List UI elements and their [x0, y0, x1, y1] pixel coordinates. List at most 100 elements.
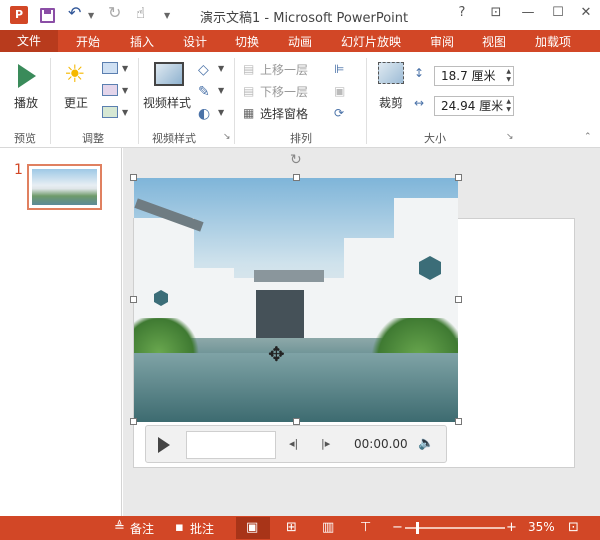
reading-view-icon[interactable]: ▥	[322, 520, 334, 535]
poster-frame-icon[interactable]	[102, 84, 118, 96]
video-frame[interactable]	[134, 178, 458, 422]
status-bar: ≜ 备注 ▪ 批注 ▣ ⊞ ▥ ⊤ − + 35% ⊡	[0, 516, 600, 540]
close-button[interactable]: ✕	[576, 5, 596, 20]
video-styles-button-label[interactable]: 视频样式	[143, 94, 191, 111]
tab-review[interactable]: 审阅	[430, 33, 454, 50]
slide-thumbnail[interactable]	[27, 164, 102, 210]
help-button[interactable]: ?	[452, 5, 472, 20]
separator	[234, 58, 235, 144]
width-value: 24.94 厘米	[441, 99, 504, 113]
tab-addins[interactable]: 加载项	[535, 33, 571, 50]
play-button-label[interactable]: 播放	[14, 94, 38, 111]
redo-icon[interactable]: ↻	[108, 3, 121, 22]
play-icon[interactable]	[158, 437, 170, 453]
chevron-down-icon[interactable]: ▼	[218, 86, 224, 95]
save-icon[interactable]	[40, 8, 55, 23]
rotate-icon[interactable]: ⟳	[334, 106, 344, 120]
resize-handle[interactable]	[455, 296, 462, 303]
height-input[interactable]: 18.7 厘米 ▲ ▼	[434, 66, 514, 86]
send-backward-icon: ▤	[243, 84, 255, 98]
tab-home[interactable]: 开始	[76, 33, 100, 50]
zoom-level[interactable]: 35%	[528, 520, 555, 534]
resize-handle[interactable]	[293, 174, 300, 181]
dialog-launcher-icon[interactable]: ↘	[506, 132, 514, 142]
group-label-arrange: 排列	[290, 132, 312, 145]
separator	[50, 58, 51, 144]
group-label-preview: 预览	[14, 132, 36, 145]
comments-icon[interactable]: ▪	[175, 520, 184, 535]
zoom-in-icon[interactable]: +	[506, 520, 517, 535]
chevron-down-icon[interactable]: ▼	[122, 108, 128, 117]
maximize-button[interactable]: ☐	[548, 5, 568, 20]
notes-icon[interactable]: ≜	[114, 520, 125, 535]
normal-view-icon[interactable]: ▣	[246, 520, 258, 535]
powerpoint-logo-icon[interactable]: P	[10, 6, 28, 24]
volume-icon[interactable]: 🔈	[418, 436, 434, 451]
tab-design[interactable]: 设计	[183, 33, 207, 50]
chevron-down-icon[interactable]: ▼	[122, 64, 128, 73]
play-icon[interactable]	[18, 64, 36, 88]
chevron-down-icon[interactable]: ▼	[218, 108, 224, 117]
resize-handle[interactable]	[293, 418, 300, 425]
selection-pane-button[interactable]: 选择窗格	[260, 105, 308, 122]
move-cursor-icon: ✥	[268, 342, 285, 366]
height-spinner-icon[interactable]: ▲ ▼	[506, 68, 511, 84]
resize-handle[interactable]	[130, 418, 137, 425]
video-timecode: 00:00.00	[354, 437, 408, 451]
ribbon-display-button[interactable]: ⊡	[486, 5, 506, 20]
bring-forward-button: 上移一层	[260, 63, 309, 77]
zoom-slider-thumb[interactable]	[416, 522, 419, 534]
resize-handle[interactable]	[130, 174, 137, 181]
send-backward-button: 下移一层	[260, 85, 309, 99]
zoom-out-icon[interactable]: −	[392, 520, 403, 535]
tab-view[interactable]: 视图	[482, 33, 506, 50]
slide-number: 1	[14, 162, 23, 178]
align-icon[interactable]: ⊫	[334, 62, 344, 76]
selection-pane-icon[interactable]: ▦	[243, 106, 254, 120]
height-value: 18.7 厘米	[441, 69, 496, 83]
tab-slideshow[interactable]: 幻灯片放映	[341, 33, 401, 50]
width-input[interactable]: 24.94 厘米 ▲ ▼	[434, 96, 514, 116]
separator	[366, 58, 367, 144]
fit-slide-icon[interactable]: ⊡	[568, 520, 579, 535]
comments-button[interactable]: 批注	[190, 520, 214, 537]
seek-bar[interactable]	[186, 431, 276, 459]
seek-forward-icon[interactable]: |▸	[321, 437, 330, 450]
rotate-handle-icon[interactable]: ↻	[290, 152, 302, 168]
qat-customize-icon[interactable]: ▼	[164, 11, 170, 29]
collapse-ribbon-icon[interactable]: ⌃	[584, 132, 592, 142]
resize-handle[interactable]	[455, 174, 462, 181]
width-spinner-icon[interactable]: ▲ ▼	[506, 98, 511, 114]
undo-dropdown-icon[interactable]: ▼	[88, 11, 94, 29]
tab-file[interactable]: 文件	[0, 30, 58, 52]
reset-design-icon[interactable]	[102, 106, 118, 118]
tab-animations[interactable]: 动画	[288, 33, 312, 50]
slideshow-icon[interactable]: ⊤	[360, 520, 371, 535]
minimize-button[interactable]: —	[518, 5, 538, 20]
powerpoint-window: P ↶ ▼ ↻ ☝ ▼ 演示文稿1 - Microsoft PowerPoint…	[0, 0, 600, 540]
resize-handle[interactable]	[455, 418, 462, 425]
video-shape-icon[interactable]: ◇	[198, 62, 209, 78]
chevron-down-icon[interactable]: ▼	[122, 86, 128, 95]
sun-corrections-icon[interactable]: ☀	[64, 60, 86, 88]
crop-button-label[interactable]: 裁剪	[379, 94, 403, 111]
height-icon: ↕	[414, 66, 425, 80]
notes-button[interactable]: 备注	[130, 520, 154, 537]
video-effects-icon[interactable]: ◐	[198, 106, 210, 122]
dialog-launcher-icon[interactable]: ↘	[223, 132, 231, 142]
slide-sorter-icon[interactable]: ⊞	[286, 520, 297, 535]
tab-transitions[interactable]: 切换	[235, 33, 259, 50]
undo-icon[interactable]: ↶	[68, 3, 81, 22]
chevron-down-icon[interactable]: ▼	[218, 64, 224, 73]
touch-mode-icon[interactable]: ☝	[136, 4, 145, 22]
color-icon[interactable]	[102, 62, 118, 74]
tab-insert[interactable]: 插入	[130, 33, 154, 50]
video-styles-icon[interactable]	[154, 62, 184, 86]
crop-icon[interactable]	[378, 62, 404, 84]
seek-back-icon[interactable]: ◂|	[289, 437, 298, 450]
corrections-button-label[interactable]: 更正	[64, 94, 88, 111]
resize-handle[interactable]	[130, 296, 137, 303]
bring-forward-icon: ▤	[243, 62, 255, 76]
video-border-icon[interactable]: ✎	[198, 84, 210, 100]
zoom-slider[interactable]	[405, 527, 505, 529]
